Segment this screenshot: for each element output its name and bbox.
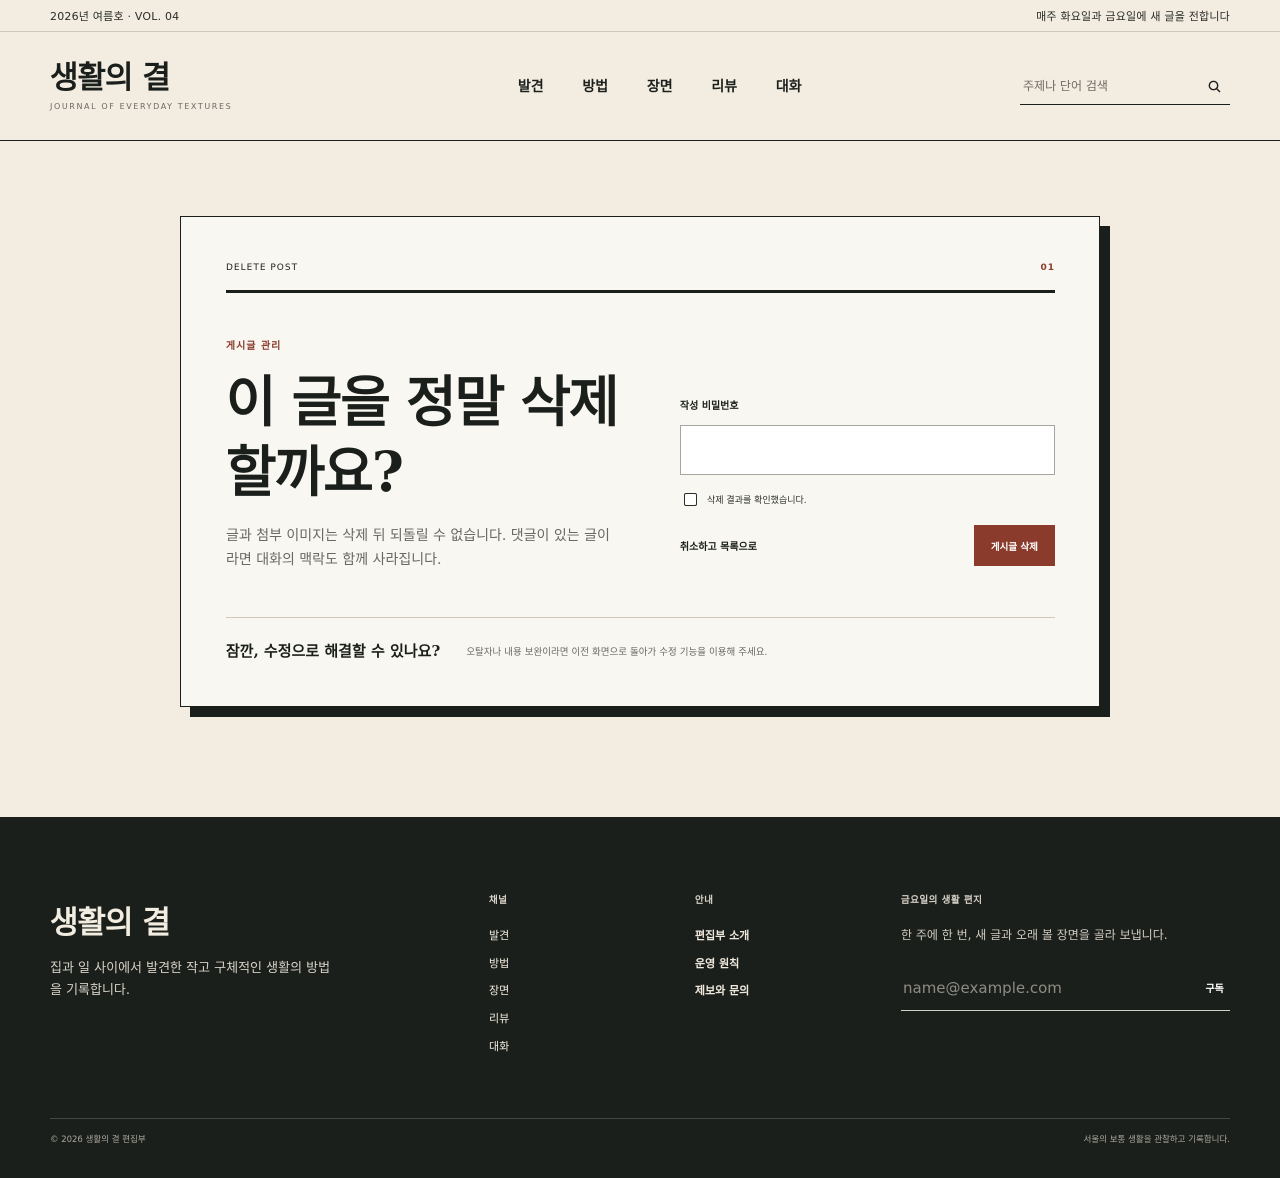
newsletter-email-input[interactable] (901, 978, 1206, 997)
site-header: 생활의 결 JOURNAL OF EVERYDAY TEXTURES 발견 방법… (0, 32, 1280, 141)
nav-item-conversation[interactable]: 대화 (776, 76, 841, 96)
footer-link-method[interactable]: 방법 (489, 954, 509, 982)
delete-post-card: DELETE POST 01 게시글 관리 이 글을 정말 삭제할까요? 글과 … (180, 216, 1100, 707)
footer-info-heading: 안내 (695, 895, 714, 906)
nav-item-discovery[interactable]: 발견 (518, 76, 583, 96)
newsletter-form: 구독 (901, 965, 1230, 1011)
cancel-link[interactable]: 취소하고 목록으로 (680, 538, 757, 553)
footer-bottom: © 2026 생활의 결 편집부 서울의 보통 생활을 관찰하고 기록합니다. (50, 1118, 1230, 1158)
footer-channels: 채널 발견 방법 장면 리뷰 대화 (489, 892, 509, 1064)
nav-item-scene[interactable]: 장면 (647, 76, 712, 96)
newsletter: 금요일의 생활 편지 한 주에 한 번, 새 글과 오래 볼 장면을 골라 보냅… (901, 892, 1230, 1011)
edit-hint-note: 오탈자나 내용 보완이라면 이전 화면으로 돌아가 수정 기능을 이용해 주세요… (466, 646, 768, 658)
search-input[interactable] (1020, 79, 1202, 93)
delete-form: 작성 비밀번호 삭제 결과를 확인했습니다. 취소하고 목록으로 게시글 삭제 (680, 397, 1055, 566)
card-header: DELETE POST 01 (226, 263, 1055, 293)
site-footer: 생활의 결 집과 일 사이에서 발견한 작고 구체적인 생활의 방법을 기록합니… (0, 817, 1280, 1178)
copyright: © 2026 생활의 결 편집부 (50, 1134, 146, 1145)
warning-description: 글과 첨부 이미지는 삭제 뒤 되돌릴 수 없습니다. 댓글이 있는 글이라면 … (226, 528, 610, 568)
schedule-label: 매주 화요일과 금요일에 새 글을 전합니다 (1036, 9, 1230, 23)
footer-channels-heading: 채널 (489, 895, 508, 906)
card-number: 01 (1040, 263, 1055, 273)
footer-link-policy[interactable]: 운영 원칙 (695, 954, 749, 982)
brand-subtitle: JOURNAL OF EVERYDAY TEXTURES (50, 102, 233, 111)
newsletter-heading: 금요일의 생활 편지 (901, 895, 983, 906)
brand-logo[interactable]: 생활의 결 JOURNAL OF EVERYDAY TEXTURES (50, 60, 232, 111)
footer-link-contact[interactable]: 제보와 문의 (695, 981, 749, 1009)
form-actions: 취소하고 목록으로 게시글 삭제 (680, 525, 1055, 566)
page-title: 이 글을 정말 삭제할까요? (226, 369, 620, 504)
footer-brand-name: 생활의 결 (50, 905, 171, 941)
confirm-label[interactable]: 삭제 결과를 확인했습니다. (707, 493, 807, 506)
password-label: 작성 비밀번호 (680, 401, 739, 412)
search-icon[interactable] (1202, 74, 1226, 98)
main-nav: 발견 방법 장면 리뷰 대화 (518, 76, 841, 96)
footer-link-about[interactable]: 편집부 소개 (695, 926, 749, 954)
edit-hint-question: 잠깐, 수정으로 해결할 수 있나요? (226, 642, 441, 660)
subscribe-button[interactable]: 구독 (1206, 980, 1224, 995)
edit-hint: 잠깐, 수정으로 해결할 수 있나요? 오탈자나 내용 보완이라면 이전 화면으… (226, 617, 1055, 683)
newsletter-text: 한 주에 한 번, 새 글과 오래 볼 장면을 골라 보냅니다. (901, 928, 1168, 942)
search-box (1020, 68, 1230, 105)
nav-item-method[interactable]: 방법 (583, 76, 648, 96)
top-bar: 2026년 여름호 · VOL. 04 매주 화요일과 금요일에 새 글을 전합… (0, 0, 1280, 32)
footer-link-scene[interactable]: 장면 (489, 981, 509, 1009)
brand-name: 생활의 결 (50, 60, 171, 96)
footer-link-conversation[interactable]: 대화 (489, 1037, 509, 1065)
nav-item-review[interactable]: 리뷰 (712, 76, 777, 96)
password-field[interactable] (680, 425, 1055, 475)
kicker-label: 게시글 관리 (226, 341, 282, 352)
footer-link-review[interactable]: 리뷰 (489, 1009, 509, 1037)
footer-description: 집과 일 사이에서 발견한 작고 구체적인 생활의 방법을 기록합니다. (50, 961, 331, 998)
footer-info: 안내 편집부 소개 운영 원칙 제보와 문의 (695, 892, 749, 1009)
issue-label: 2026년 여름호 · VOL. 04 (50, 9, 180, 23)
footer-link-discovery[interactable]: 발견 (489, 926, 509, 954)
delete-post-button[interactable]: 게시글 삭제 (974, 525, 1055, 566)
confirm-row: 삭제 결과를 확인했습니다. (680, 493, 1055, 506)
card-label: DELETE POST (226, 263, 299, 273)
footer-tagline: 서울의 보통 생활을 관찰하고 기록합니다. (1083, 1134, 1230, 1145)
confirm-checkbox[interactable] (684, 493, 697, 506)
